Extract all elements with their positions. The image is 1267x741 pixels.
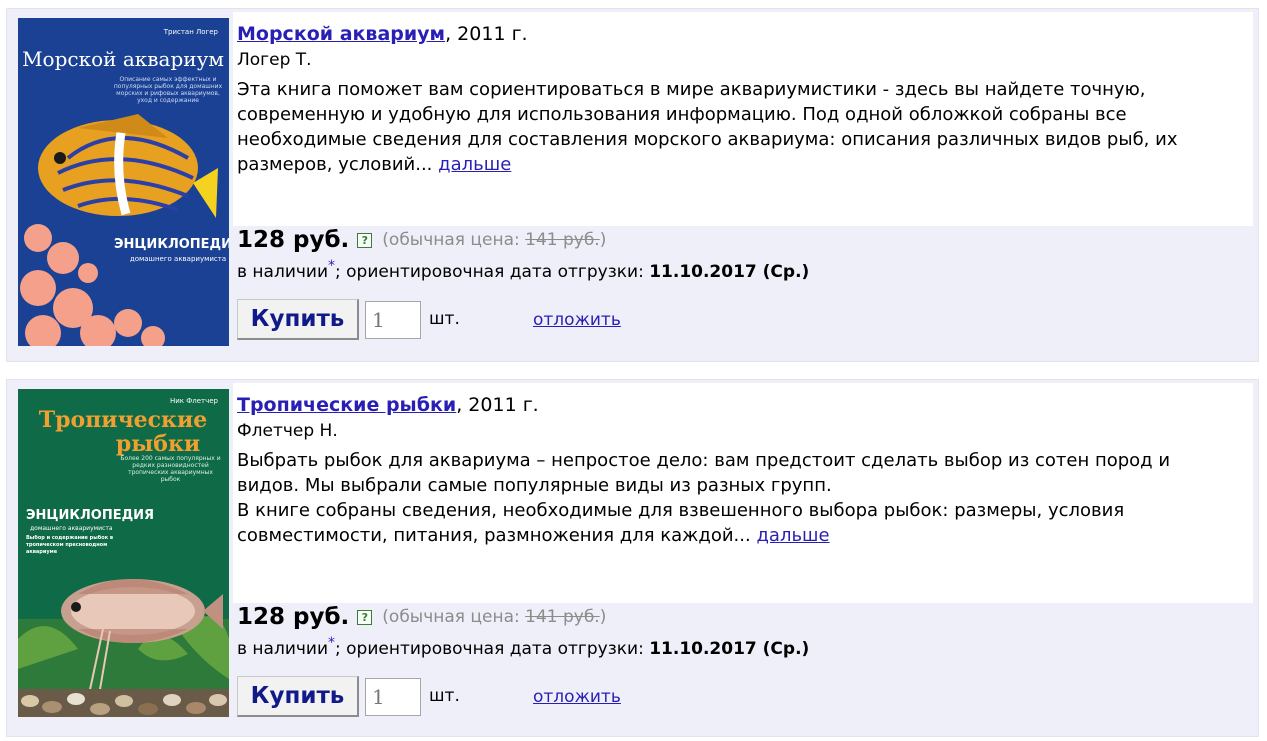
price-line: 128 руб. ? (обычная цена: 141 руб.) [237, 227, 606, 253]
price: 128 руб. [237, 227, 350, 253]
cover-series-sub: домашнего аквариумиста [130, 255, 226, 263]
book-cover-image[interactable]: Тристан Логер Морской аквариум Описание … [18, 18, 229, 346]
quantity-input[interactable] [365, 301, 421, 339]
price-line: 128 руб. ? (обычная цена: 141 руб.) [237, 604, 606, 630]
book-cover-image[interactable]: Ник Флетчер Тропические рыбки Более 200 … [18, 389, 229, 717]
buy-button[interactable]: Купить [237, 299, 359, 340]
book-title-line: Тропические рыбки, 2011 г. [237, 393, 539, 417]
cover-author: Ник Флетчер [170, 397, 219, 405]
stock-status: в наличии [237, 262, 329, 282]
stock-footnote-star: * [328, 635, 336, 651]
quantity-unit: шт. [429, 309, 460, 329]
book-description: Эта книга поможет вам сориентироваться в… [237, 77, 1227, 177]
shipping-label: ; ориентировочная дата отгрузки: [335, 639, 650, 659]
postpone-link[interactable]: отложить [533, 687, 621, 707]
book-year: , 2011 г. [456, 394, 539, 416]
description-paragraph: Эта книга поможет вам сориентироваться в… [237, 79, 1178, 175]
stock-line: в наличии*; ориентировочная дата отгрузк… [237, 635, 810, 659]
book-card: Тристан Логер Морской аквариум Описание … [6, 8, 1259, 362]
shipping-date: 11.10.2017 (Ср.) [649, 639, 810, 659]
book-title-link[interactable]: Морской аквариум [237, 23, 445, 45]
shipping-label: ; ориентировочная дата отгрузки: [335, 262, 650, 282]
cover-series: ЭНЦИКЛОПЕДИЯ [114, 237, 229, 252]
pebbles-illustration [18, 689, 229, 717]
cover-title-line1: Тропические [39, 407, 208, 433]
description-paragraph: Выбрать рыбок для аквариума – непростое … [237, 450, 1171, 496]
more-link[interactable]: дальше [756, 525, 829, 546]
book-title-link[interactable]: Тропические рыбки [237, 394, 456, 416]
cover-title: Морской аквариум [22, 47, 224, 71]
buy-button[interactable]: Купить [237, 676, 359, 717]
cover-series-sub: домашнего аквариумиста [30, 525, 113, 532]
stock-status: в наличии [237, 639, 329, 659]
help-icon[interactable]: ? [357, 609, 373, 625]
regular-price: (обычная цена: 141 руб.) [382, 230, 607, 250]
stock-line: в наличии*; ориентировочная дата отгрузк… [237, 258, 810, 282]
stock-footnote-star: * [328, 258, 336, 274]
cover-blurb: Описание самых эффектных и популярных ры… [113, 76, 223, 104]
book-title-line: Морской аквариум, 2011 г. [237, 22, 528, 46]
book-author: Флетчер Н. [237, 421, 338, 441]
help-icon[interactable]: ? [357, 232, 373, 248]
regular-price: (обычная цена: 141 руб.) [382, 607, 607, 627]
shipping-date: 11.10.2017 (Ср.) [649, 262, 810, 282]
more-link[interactable]: дальше [438, 154, 511, 175]
book-description-area: Морской аквариум, 2011 г. Логер Т. Эта к… [233, 12, 1253, 226]
cover-blurb: Более 200 самых популярных и редких разн… [120, 455, 221, 483]
book-year: , 2011 г. [445, 23, 528, 45]
cover-extra: Выбор и содержание рыбок в тропическом п… [26, 535, 113, 555]
cover-title-line2: рыбки [116, 431, 200, 457]
postpone-link[interactable]: отложить [533, 310, 621, 330]
buy-row: Купить шт. отложить [237, 299, 1137, 341]
quantity-unit: шт. [429, 686, 460, 706]
book-description: Выбрать рыбок для аквариума – непростое … [237, 448, 1227, 548]
cover-series: ЭНЦИКЛОПЕДИЯ [26, 508, 154, 523]
book-card: Ник Флетчер Тропические рыбки Более 200 … [6, 379, 1259, 737]
description-paragraph: В книге собраны сведения, необходимые дл… [237, 500, 1125, 546]
buy-row: Купить шт. отложить [237, 676, 1137, 718]
book-description-area: Тропические рыбки, 2011 г. Флетчер Н. Вы… [233, 383, 1253, 603]
quantity-input[interactable] [365, 678, 421, 716]
book-author: Логер Т. [237, 50, 312, 70]
cover-author: Тристан Логер [163, 28, 219, 36]
price: 128 руб. [237, 604, 350, 630]
